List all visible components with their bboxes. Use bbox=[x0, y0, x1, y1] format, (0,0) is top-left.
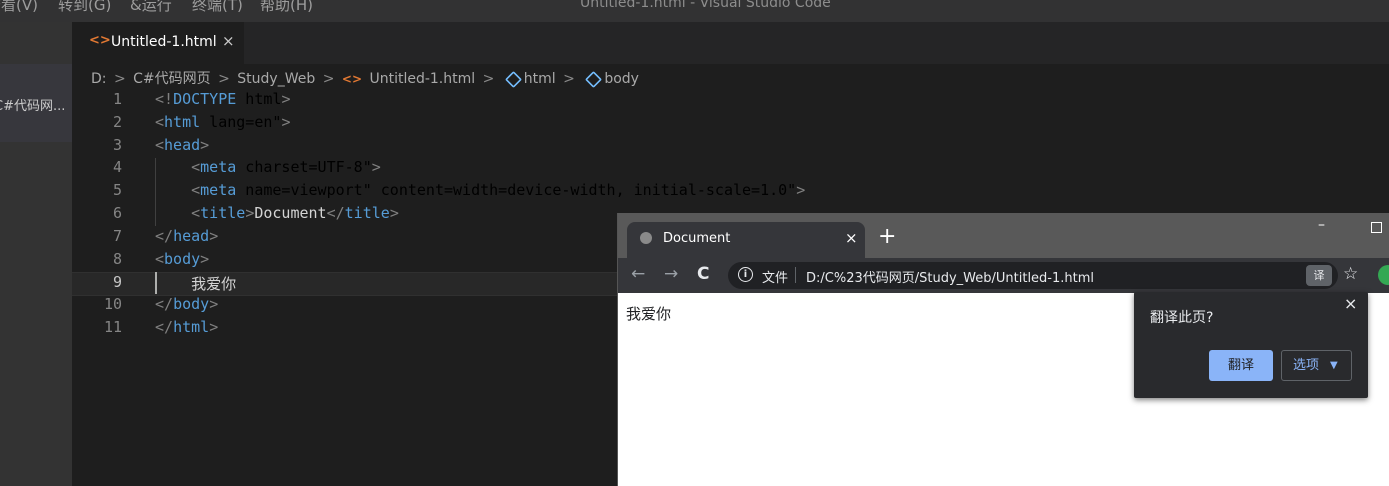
breadcrumb-symbol-html[interactable]: html bbox=[524, 71, 556, 87]
close-icon[interactable]: × bbox=[222, 32, 235, 50]
breadcrumb-file[interactable]: Untitled-1.html bbox=[369, 71, 475, 87]
translate-popup: 翻译此页? × 翻译 选项 ▼ bbox=[1134, 292, 1368, 398]
window-title: Untitled-1.html - Visual Studio Code bbox=[580, 0, 831, 11]
translate-button[interactable]: 翻译 bbox=[1209, 350, 1273, 381]
line-number: 8 bbox=[112, 249, 122, 268]
breadcrumb: D: > C#代码网页 > Study_Web > <> Untitled-1.… bbox=[91, 68, 642, 88]
browser-toolbar: ← → C i 文件 D:/C%23代码网页/Study_Web/Untitle… bbox=[618, 258, 1389, 293]
page-content: 我爱你 bbox=[626, 305, 672, 323]
code-text: <html lang=en"> bbox=[155, 112, 291, 131]
globe-icon bbox=[640, 232, 652, 244]
line-number: 2 bbox=[112, 112, 122, 131]
breadcrumb-folder[interactable]: C#代码网页 bbox=[133, 71, 211, 87]
chevron-right-icon: > bbox=[563, 71, 575, 87]
breadcrumb-drive[interactable]: D: bbox=[91, 71, 107, 87]
security-label: 文件 bbox=[762, 271, 789, 286]
avatar[interactable] bbox=[1378, 265, 1389, 285]
line-number: 11 bbox=[103, 318, 122, 336]
maximize-button[interactable] bbox=[1371, 222, 1382, 233]
symbol-element-icon bbox=[585, 70, 603, 88]
code-text: </html> bbox=[155, 318, 219, 336]
code-line[interactable]: 4 <meta charset=UTF-8"> bbox=[72, 158, 1389, 180]
text-cursor bbox=[155, 272, 157, 294]
html-file-icon: <> bbox=[341, 72, 362, 86]
options-label: 选项 bbox=[1293, 358, 1320, 373]
menu-help[interactable]: 帮助(H) bbox=[260, 0, 313, 15]
line-number: 7 bbox=[112, 226, 122, 245]
breadcrumb-symbol-body[interactable]: body bbox=[604, 71, 639, 87]
code-text: </head> bbox=[155, 226, 219, 245]
explorer-folder-label: C#代码网... bbox=[0, 99, 66, 114]
code-line[interactable]: 2 <html lang=en"> bbox=[72, 113, 1389, 135]
code-line[interactable]: 5 <meta name=viewport" content=width=dev… bbox=[72, 181, 1389, 203]
address-bar[interactable]: i 文件 D:/C%23代码网页/Study_Web/Untitled-1.ht… bbox=[728, 262, 1338, 289]
bookmark-star-icon[interactable]: ☆ bbox=[1343, 264, 1358, 284]
close-icon[interactable]: × bbox=[845, 229, 858, 247]
info-icon[interactable]: i bbox=[738, 267, 753, 282]
code-text: <meta name=viewport" content=width=devic… bbox=[191, 181, 806, 200]
menu-go[interactable]: 转到(G) bbox=[58, 0, 111, 15]
line-number: 5 bbox=[112, 181, 122, 200]
options-button[interactable]: 选项 ▼ bbox=[1281, 350, 1352, 381]
code-text: <head> bbox=[155, 135, 210, 154]
back-button[interactable]: ← bbox=[631, 264, 645, 284]
code-text: <!DOCTYPE html> bbox=[155, 90, 291, 108]
code-line[interactable]: 1 <!DOCTYPE html> bbox=[72, 90, 1389, 112]
chevron-right-icon: > bbox=[218, 71, 230, 87]
code-text: 我爱你 bbox=[191, 275, 237, 294]
divider bbox=[795, 267, 796, 283]
close-icon[interactable]: × bbox=[1344, 294, 1357, 313]
browser-tab-document[interactable]: Document × bbox=[627, 222, 865, 258]
code-text: <title>Document</title> bbox=[191, 204, 399, 222]
minimize-button[interactable]: – bbox=[1318, 217, 1325, 233]
url-text[interactable]: D:/C%23代码网页/Study_Web/Untitled-1.html bbox=[806, 267, 1094, 286]
menu-terminal[interactable]: 终端(T) bbox=[192, 0, 243, 15]
new-tab-button[interactable]: + bbox=[878, 226, 896, 248]
line-number: 3 bbox=[112, 135, 122, 154]
code-text: </body> bbox=[155, 295, 219, 314]
browser-window: Document × + – ← → C i 文件 D:/C%23代码网页/St… bbox=[617, 213, 1389, 486]
forward-button[interactable]: → bbox=[664, 264, 678, 284]
menu-view[interactable]: 查看(V) bbox=[0, 0, 38, 15]
translate-icon[interactable]: 译 bbox=[1306, 265, 1332, 286]
line-number: 6 bbox=[112, 204, 122, 222]
code-text: <body> bbox=[155, 249, 210, 268]
chevron-right-icon: > bbox=[322, 71, 335, 87]
editor-tab-untitled[interactable]: <> Untitled-1.html × bbox=[72, 22, 244, 64]
reload-button[interactable]: C bbox=[697, 264, 709, 284]
browser-tab-strip: Document × + – bbox=[618, 213, 1389, 258]
popup-title: 翻译此页? bbox=[1150, 310, 1214, 326]
chevron-right-icon: > bbox=[482, 71, 495, 87]
line-number: 10 bbox=[103, 295, 122, 314]
editor-tab-label: Untitled-1.html bbox=[111, 34, 217, 50]
title-bar: 查看(V) 转到(G) &运行 终端(T) 帮助(H) Untitled-1.h… bbox=[0, 0, 1389, 22]
chevron-down-icon: ▼ bbox=[1330, 360, 1338, 371]
line-number: 9 bbox=[112, 273, 122, 292]
html-file-icon: <> bbox=[89, 33, 111, 48]
chevron-right-icon: > bbox=[113, 71, 126, 87]
line-number: 4 bbox=[112, 158, 122, 177]
code-line[interactable]: 3 <head> bbox=[72, 136, 1389, 158]
symbol-element-icon bbox=[504, 70, 522, 88]
line-number: 1 bbox=[112, 90, 122, 108]
editor-tabs-bar: <> Untitled-1.html × bbox=[72, 22, 1389, 64]
code-text: <meta charset=UTF-8"> bbox=[191, 158, 381, 177]
browser-tab-title: Document bbox=[663, 231, 731, 246]
menu-run[interactable]: &运行 bbox=[130, 0, 172, 15]
breadcrumb-subfolder[interactable]: Study_Web bbox=[237, 71, 315, 87]
